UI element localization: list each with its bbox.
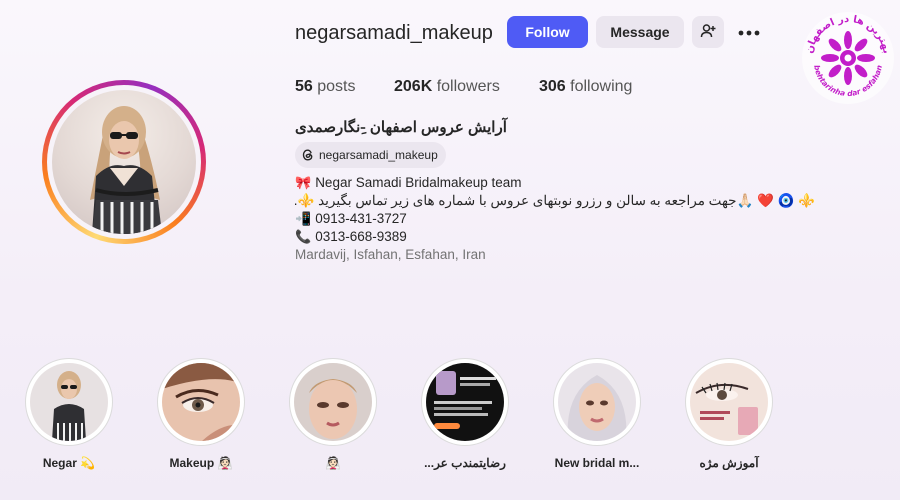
avatar-photo <box>52 90 196 234</box>
posts-stat: 56 posts <box>295 78 356 96</box>
bio-line-booking: ⚜️ 🧿 ❤️ 🙏🏻جهت مراجعه به سالن و رزرو نوبت… <box>293 192 815 210</box>
highlight-cover <box>289 358 377 446</box>
followers-label: followers <box>436 78 500 95</box>
threads-icon <box>301 148 315 162</box>
more-options-icon <box>738 23 760 41</box>
bio-line-team: 🎀 Negar Samadi Bridalmakeup team <box>295 174 815 192</box>
highlight-image <box>162 363 240 441</box>
story-highlights: Negar 💫 Makeup 👰🏻 👰🏻 رضایتمندب عر... New… <box>0 358 900 488</box>
threads-link[interactable]: negarsamadi_makeup <box>295 142 446 168</box>
highlight-cover <box>421 358 509 446</box>
bio-line-phone: 📞 0313-668-9389 <box>295 228 815 246</box>
highlight-cover <box>157 358 245 446</box>
profile-avatar[interactable] <box>42 80 206 244</box>
highlight-image <box>294 363 372 441</box>
follow-button[interactable]: Follow <box>507 16 588 48</box>
more-options-button[interactable] <box>736 20 762 44</box>
highlight-label: آموزش مژه <box>699 456 759 470</box>
highlight-item[interactable]: رضایتمندب عر... <box>400 358 530 470</box>
bio-location[interactable]: Mardavij, Isfahan, Esfahan, Iran <box>295 246 815 264</box>
profile-bio: 🎀 Negar Samadi Bridalmakeup team ⚜️ 🧿 ❤️… <box>293 174 815 264</box>
highlight-image <box>426 363 504 441</box>
highlight-label: Negar 💫 <box>42 456 96 470</box>
highlight-item[interactable]: Negar 💫 <box>4 358 134 470</box>
bio-booking-text: ⚜️ 🧿 ❤️ 🙏🏻جهت مراجعه به سالن و رزرو نوبت… <box>293 193 815 208</box>
following-label: following <box>570 78 633 95</box>
highlight-item[interactable]: New bridal m... <box>532 358 662 470</box>
followers-stat[interactable]: 206K followers <box>394 78 500 96</box>
highlight-item[interactable]: 👰🏻 <box>268 358 398 470</box>
highlight-image <box>690 363 768 441</box>
message-button[interactable]: Message <box>596 16 684 48</box>
suggested-users-button[interactable] <box>692 16 724 48</box>
highlight-cover <box>553 358 641 446</box>
posts-label: posts <box>317 78 356 95</box>
highlight-item[interactable]: Makeup 👰🏻 <box>136 358 266 470</box>
highlight-image <box>558 363 636 441</box>
telephone-icon: 📞 <box>295 229 312 244</box>
highlight-cover <box>685 358 773 446</box>
highlight-label: رضایتمندب عر... <box>424 456 506 470</box>
posts-count: 56 <box>295 78 313 95</box>
highlight-cover <box>25 358 113 446</box>
bio-mobile-number[interactable]: 0913-431-3727 <box>315 210 407 228</box>
bio-line-mobile: 📲 0913-431-3727 <box>295 210 815 228</box>
watermark-logo: بهترین ها در اصفهان behtarinha dar esfah… <box>800 10 896 106</box>
highlight-image <box>30 363 108 441</box>
threads-handle: negarsamadi_makeup <box>319 148 438 162</box>
followers-count: 206K <box>394 78 433 95</box>
following-count: 306 <box>539 78 566 95</box>
following-stat[interactable]: 306 following <box>539 78 632 96</box>
person-add-icon <box>700 23 716 42</box>
profile-full-name: آرایش عروس اصفهان -ِنگارصمدی <box>295 119 507 136</box>
bio-team-text: Negar Samadi Bridalmakeup team <box>315 175 522 190</box>
avatar-frame <box>47 85 201 239</box>
bio-phone-number[interactable]: 0313-668-9389 <box>315 228 407 246</box>
highlight-label: Makeup 👰🏻 <box>169 456 233 470</box>
highlight-label: 👰🏻 <box>325 456 341 470</box>
profile-username: negarsamadi_makeup <box>295 22 493 44</box>
mobile-phone-icon: 📲 <box>295 211 312 226</box>
highlight-label: New bridal m... <box>554 456 640 470</box>
highlight-item[interactable]: آموزش مژه <box>664 358 794 470</box>
ribbon-icon: 🎀 <box>295 175 312 190</box>
